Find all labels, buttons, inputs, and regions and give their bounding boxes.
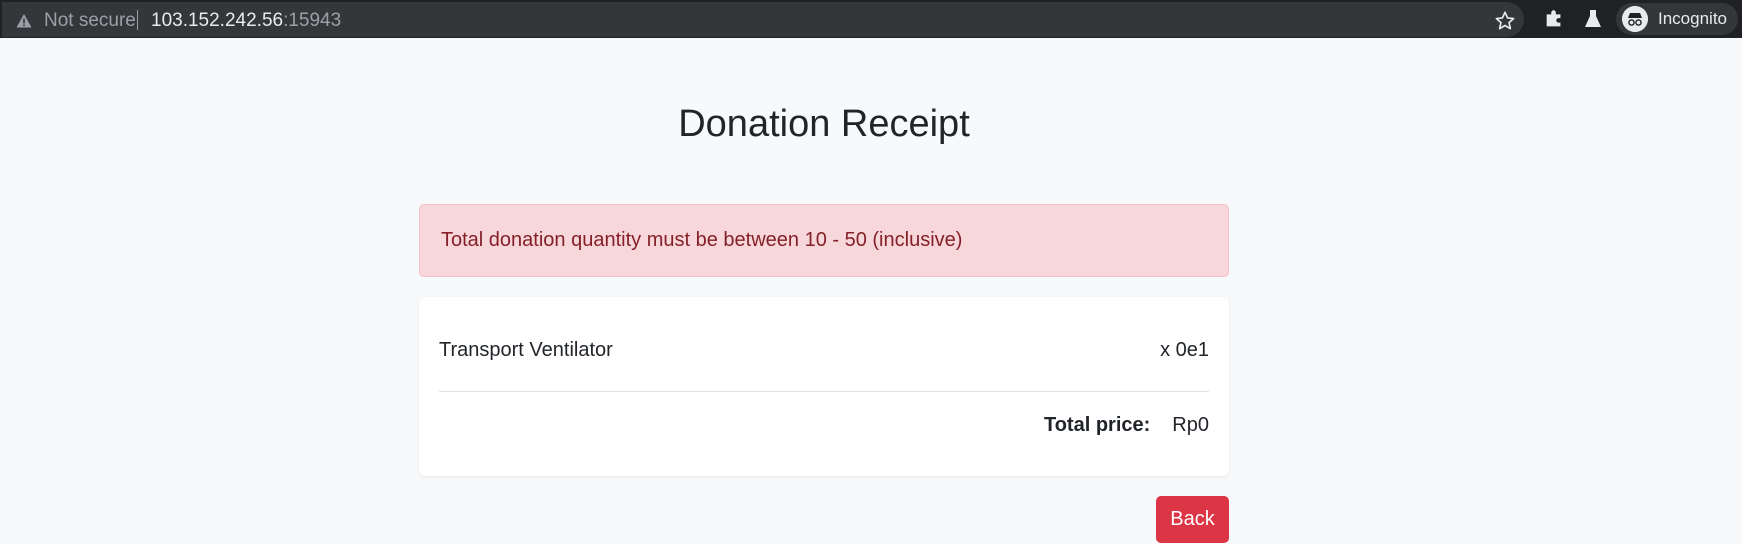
address-separator — [137, 10, 138, 30]
puzzle-icon[interactable] — [1543, 8, 1565, 30]
page-title: Donation Receipt — [678, 103, 970, 145]
flask-icon[interactable] — [1583, 8, 1603, 30]
security-status[interactable]: Not secure — [44, 10, 136, 32]
item-name: Transport Ventilator — [439, 339, 613, 361]
warning-icon — [16, 14, 32, 28]
url-text[interactable]: 103.152.242.56:15943 — [151, 10, 341, 32]
address-bar[interactable]: Not secure 103.152.242.56:15943 — [2, 2, 1524, 37]
alert-message: Total donation quantity must be between … — [441, 229, 963, 251]
back-button[interactable]: Back — [1156, 496, 1229, 543]
incognito-profile-button[interactable]: Incognito — [1616, 3, 1738, 35]
url-host: 103.152.242.56 — [151, 10, 284, 31]
item-quantity: x 0e1 — [1160, 339, 1209, 361]
total-row: Total price: Rp0 — [1044, 414, 1209, 437]
url-port: :15943 — [283, 10, 342, 31]
star-icon[interactable] — [1494, 10, 1516, 32]
error-alert: Total donation quantity must be between … — [419, 204, 1229, 277]
browser-toolbar: Not secure 103.152.242.56:15943 Incognit… — [0, 0, 1742, 38]
total-label: Total price: — [1043, 414, 1151, 436]
incognito-label: Incognito — [1658, 9, 1727, 28]
incognito-icon — [1622, 6, 1648, 32]
total-value: Rp0 — [1172, 414, 1209, 436]
receipt-card: Transport Ventilator x 0e1 Total price: R… — [419, 297, 1229, 476]
divider — [439, 391, 1209, 392]
